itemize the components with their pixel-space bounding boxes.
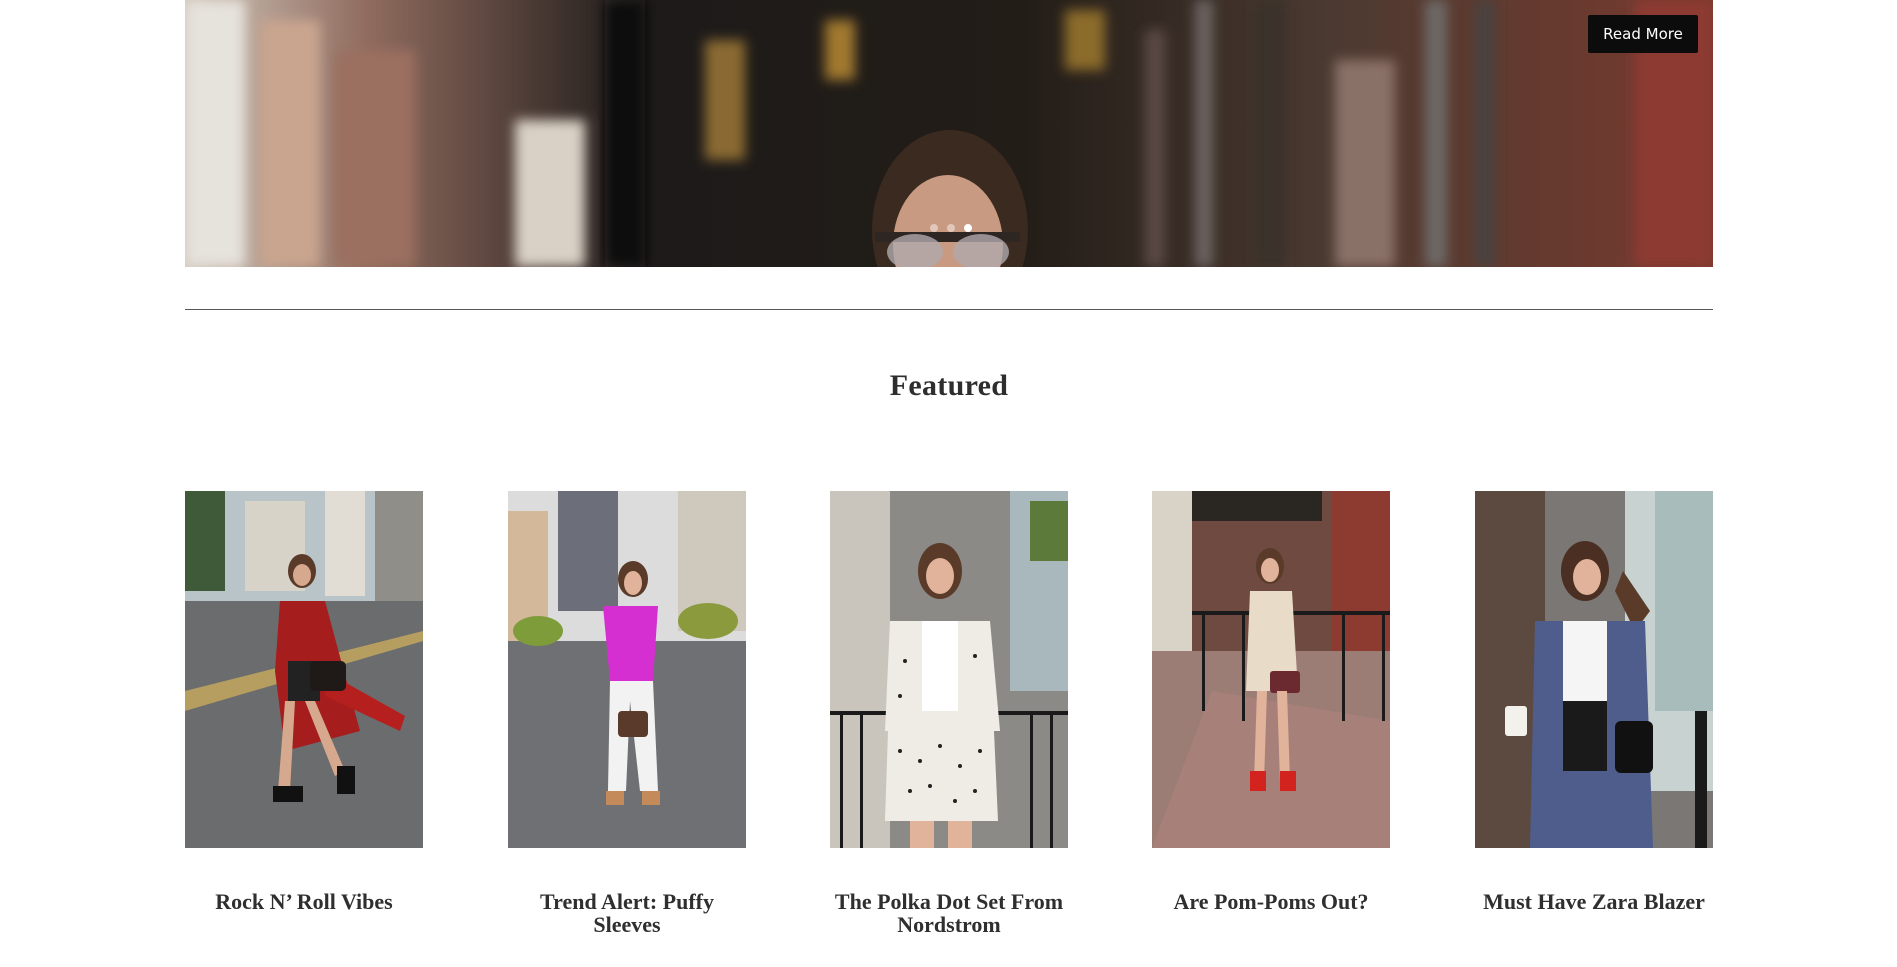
featured-card-image[interactable]	[508, 491, 746, 848]
featured-card: Are Pom-Poms Out?	[1152, 491, 1390, 913]
read-more-button[interactable]: Read More	[1588, 15, 1698, 53]
slider-dot-3[interactable]	[964, 224, 972, 232]
featured-card-image[interactable]	[185, 491, 423, 848]
featured-card-image[interactable]	[1152, 491, 1390, 848]
slider-pagination	[930, 224, 972, 232]
featured-card: Must Have Zara Blazer	[1475, 491, 1713, 913]
featured-heading: Featured	[889, 369, 1009, 402]
featured-card-image[interactable]	[1475, 491, 1713, 848]
featured-card-title[interactable]: Must Have Zara Blazer	[1475, 890, 1713, 913]
featured-card: Rock N’ Roll Vibes	[185, 491, 423, 913]
featured-card-title[interactable]: Trend Alert: Puffy Sleeves	[508, 890, 746, 936]
hero-slider[interactable]: Read More	[185, 0, 1713, 267]
featured-card: The Polka Dot Set From Nordstrom	[830, 491, 1068, 936]
featured-card-title[interactable]: Are Pom-Poms Out?	[1152, 890, 1390, 913]
slider-dot-1[interactable]	[930, 224, 938, 232]
featured-card-title[interactable]: Rock N’ Roll Vibes	[185, 890, 423, 913]
featured-card-image[interactable]	[830, 491, 1068, 848]
featured-card: Trend Alert: Puffy Sleeves	[508, 491, 746, 936]
featured-card-title[interactable]: The Polka Dot Set From Nordstrom	[830, 890, 1068, 936]
section-divider	[185, 309, 1713, 310]
slider-dot-2[interactable]	[947, 224, 955, 232]
